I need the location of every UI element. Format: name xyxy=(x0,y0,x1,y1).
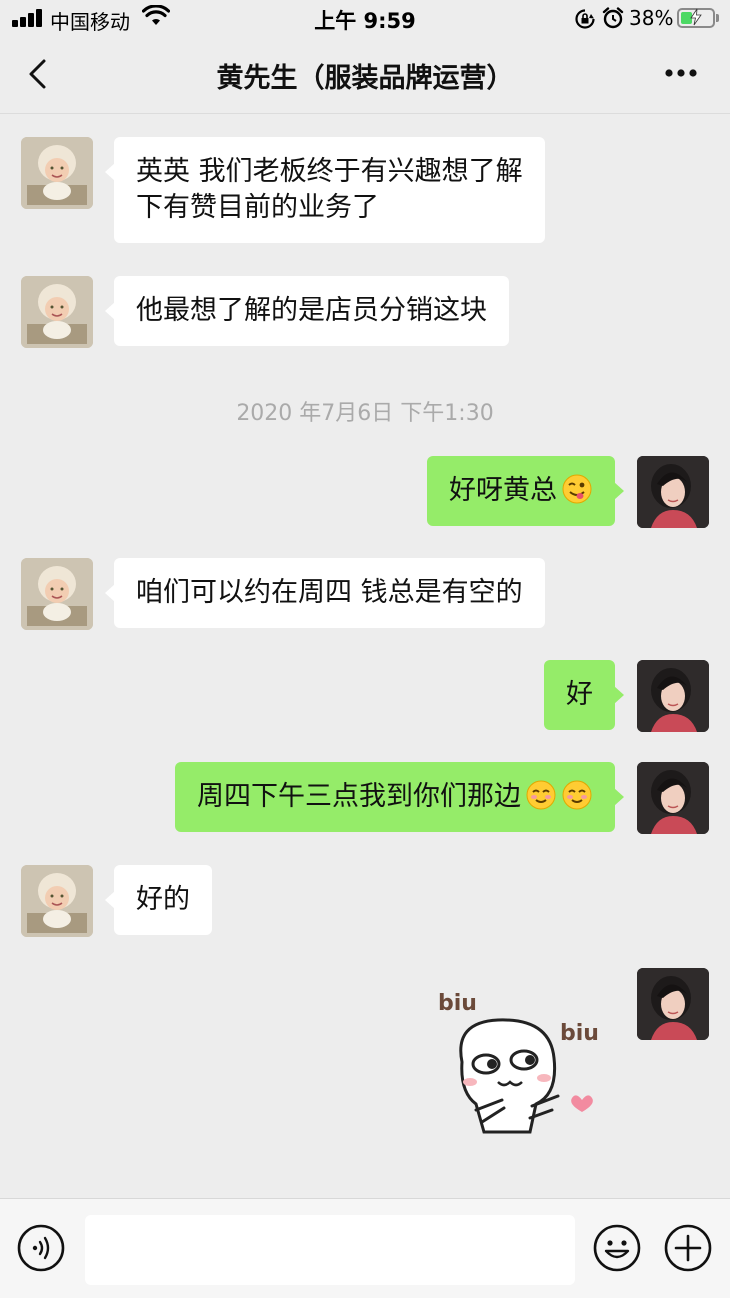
contact-avatar[interactable] xyxy=(21,276,93,348)
plus-icon[interactable] xyxy=(663,1223,713,1273)
message-input[interactable] xyxy=(85,1215,575,1285)
biu-sticker-icon[interactable]: biu biu xyxy=(432,982,612,1147)
message-list[interactable]: 英英 我们老板终于有兴趣想了解 下有赞目前的业务了 他最想了解的是店员分销这块 … xyxy=(0,114,730,1198)
battery-cap xyxy=(716,14,719,22)
message-bubble-received[interactable]: 英英 我们老板终于有兴趣想了解 下有赞目前的业务了 xyxy=(105,137,545,243)
message-bubble-received[interactable]: 好的 xyxy=(105,865,212,935)
charging-bolt-icon xyxy=(690,8,702,26)
input-bar xyxy=(0,1198,730,1298)
orientation-lock-icon xyxy=(575,9,595,29)
message-bubble-sent[interactable]: 好 xyxy=(544,660,624,730)
message-timestamp: 2020 年7月6日 下午1:30 xyxy=(236,401,494,426)
page-title: 黄先生（服装品牌运营） xyxy=(216,63,514,94)
status-bar: 中国移动 上午 9:59 38% xyxy=(0,0,730,36)
woman-photo-icon xyxy=(637,762,709,834)
message-text: 好的 xyxy=(136,884,190,915)
more-options-button[interactable] xyxy=(656,58,706,88)
winking-tongue-emoji-icon xyxy=(562,474,592,504)
baby-photo-icon xyxy=(21,865,93,937)
woman-photo-icon xyxy=(637,968,709,1040)
message-text: 咱们可以约在周四 钱总是有空的 xyxy=(136,577,523,608)
chat-header: 黄先生（服装品牌运营） xyxy=(0,36,730,114)
message-text: 好呀黄总 xyxy=(449,475,557,506)
sticker-text: biu xyxy=(560,1021,599,1046)
message-bubble-sent[interactable]: 周四下午三点我到你们那边 xyxy=(175,762,624,832)
battery-icon xyxy=(677,8,715,28)
message-text: 好 xyxy=(566,679,593,710)
baby-photo-icon xyxy=(21,558,93,630)
contact-avatar[interactable] xyxy=(21,137,93,209)
message-text-line: 英英 我们老板终于有兴趣想了解 xyxy=(136,156,523,187)
message-text-line: 下有赞目前的业务了 xyxy=(136,192,379,223)
baby-photo-icon xyxy=(21,137,93,209)
message-bubble-received[interactable]: 他最想了解的是店员分销这块 xyxy=(105,276,509,346)
emoji-icon[interactable] xyxy=(592,1223,642,1273)
smiling-blush-emoji-icon xyxy=(562,780,592,810)
message-bubble-sent[interactable]: 好呀黄总 xyxy=(427,456,624,526)
sticker-text: biu xyxy=(438,991,477,1016)
voice-icon[interactable] xyxy=(16,1223,66,1273)
my-avatar[interactable] xyxy=(637,660,709,732)
contact-avatar[interactable] xyxy=(21,865,93,937)
my-avatar[interactable] xyxy=(637,762,709,834)
smiling-blush-emoji-icon xyxy=(526,780,556,810)
alarm-icon xyxy=(602,7,624,29)
my-avatar[interactable] xyxy=(637,968,709,1040)
woman-photo-icon xyxy=(637,456,709,528)
baby-photo-icon xyxy=(21,276,93,348)
battery-percent: 38% xyxy=(629,6,674,30)
message-text: 他最想了解的是店员分销这块 xyxy=(136,295,487,326)
message-text: 周四下午三点我到你们那边 xyxy=(197,781,521,812)
my-avatar[interactable] xyxy=(637,456,709,528)
contact-avatar[interactable] xyxy=(21,558,93,630)
message-bubble-received[interactable]: 咱们可以约在周四 钱总是有空的 xyxy=(105,558,545,628)
woman-photo-icon xyxy=(637,660,709,732)
